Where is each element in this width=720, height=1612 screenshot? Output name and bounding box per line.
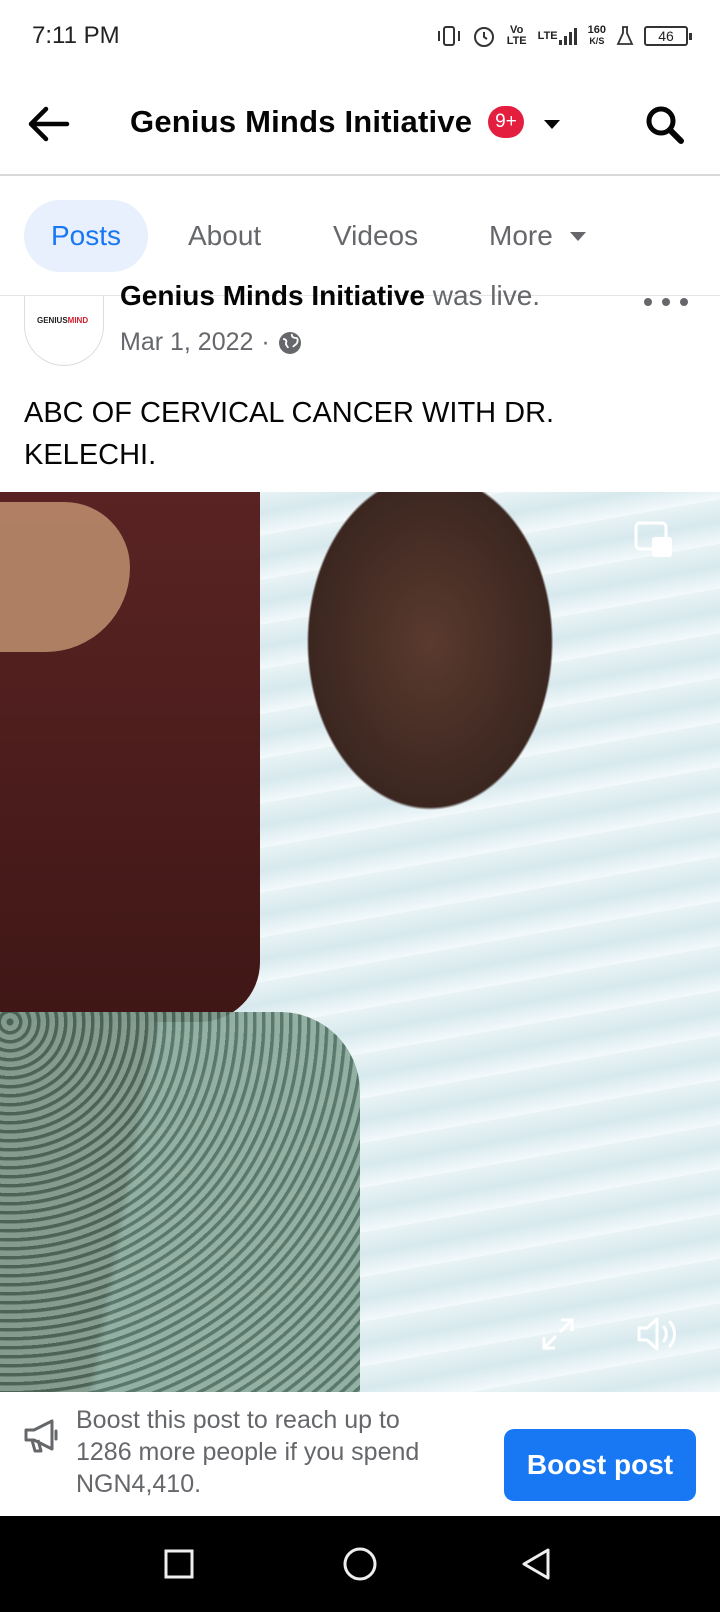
tab-posts-label: Posts xyxy=(50,220,122,251)
post-meta: Mar 1, 2022 · xyxy=(120,328,302,357)
back-button[interactable] xyxy=(24,100,72,148)
flask-icon xyxy=(616,26,634,46)
back-triangle-icon xyxy=(522,1548,550,1580)
home-icon xyxy=(343,1547,377,1581)
speaker-icon xyxy=(637,1317,676,1351)
post-date[interactable]: Mar 1, 2022 xyxy=(120,328,253,357)
boost-message: Boost this post to reach up to 1286 more… xyxy=(76,1406,420,1498)
picture-in-picture-icon xyxy=(634,521,672,557)
boost-bar: Boost this post to reach up to 1286 more… xyxy=(0,1392,720,1516)
picture-in-picture-button[interactable] xyxy=(632,518,676,562)
more-dot xyxy=(662,298,670,306)
system-nav-bar xyxy=(0,1516,720,1612)
battery-icon: 46 xyxy=(644,26,692,46)
vibrate-icon xyxy=(436,25,462,47)
post-more-button[interactable] xyxy=(644,290,688,314)
network-speed-value: 160 xyxy=(587,24,606,36)
expand-icon xyxy=(542,1318,574,1350)
system-back-button[interactable] xyxy=(512,1540,560,1588)
network-speed: 160 K/S xyxy=(588,25,606,47)
megaphone-icon xyxy=(22,1416,62,1456)
post-header: GENIUSMIND Genius Minds Initiative was l… xyxy=(0,280,720,378)
lte-label: LTE xyxy=(537,29,558,42)
post-author-line: Genius Minds Initiative was live. xyxy=(120,280,540,312)
volte-label: Vo LTE xyxy=(506,24,527,47)
recents-button[interactable] xyxy=(155,1540,203,1588)
home-button[interactable] xyxy=(336,1540,384,1588)
status-bar: 7:11 PM Vo LTE LTE 160 K/S 46 xyxy=(0,0,720,72)
post-action: was live. xyxy=(432,280,541,311)
search-button[interactable] xyxy=(640,100,688,148)
status-icons: Vo LTE LTE 160 K/S 46 xyxy=(436,24,692,48)
more-dot xyxy=(644,298,652,306)
live-video-player[interactable] xyxy=(0,492,720,1392)
boost-post-button[interactable]: Boost post xyxy=(504,1429,696,1501)
tab-about-label: About xyxy=(188,220,262,251)
avatar[interactable]: GENIUSMIND xyxy=(24,296,104,366)
page-title[interactable]: Genius Minds Initiative xyxy=(130,104,472,140)
avatar-logo: GENIUSMIND xyxy=(37,316,93,330)
network-speed-unit: K/S xyxy=(589,36,605,46)
app-header: Genius Minds Initiative 9+ xyxy=(0,72,720,176)
status-time: 7:11 PM xyxy=(32,22,120,49)
video-frame-shape xyxy=(0,1012,360,1392)
tab-posts[interactable]: Posts xyxy=(24,200,148,272)
volume-button[interactable] xyxy=(634,1310,682,1358)
tab-videos-label: Videos xyxy=(333,220,419,251)
avatar-logo-red: MIND xyxy=(67,316,89,325)
meta-separator: · xyxy=(261,328,270,356)
fullscreen-button[interactable] xyxy=(538,1314,578,1354)
tab-more-label: More xyxy=(489,220,553,251)
tab-more[interactable]: More xyxy=(489,200,587,272)
caret-down-icon xyxy=(544,120,560,129)
page-tabs: Posts About Videos More xyxy=(0,178,720,296)
avatar-logo-dark: GENIUS xyxy=(37,316,68,325)
tab-videos[interactable]: Videos xyxy=(333,200,418,272)
more-dot xyxy=(680,298,688,306)
battery-level: 46 xyxy=(658,28,674,44)
alarm-icon xyxy=(472,24,496,48)
signal-icon: LTE xyxy=(538,26,578,46)
globe-icon xyxy=(278,331,301,354)
page-switcher-caret[interactable] xyxy=(540,112,564,136)
post-text: ABC OF CERVICAL CANCER WITH DR. KELECHI. xyxy=(24,397,555,471)
arrow-left-icon xyxy=(28,106,70,142)
search-icon xyxy=(646,106,684,144)
notification-badge[interactable]: 9+ xyxy=(488,106,524,138)
tab-about[interactable]: About xyxy=(188,200,261,272)
caret-down-icon xyxy=(569,232,586,241)
recents-icon xyxy=(164,1549,194,1579)
post-author[interactable]: Genius Minds Initiative xyxy=(120,280,425,311)
